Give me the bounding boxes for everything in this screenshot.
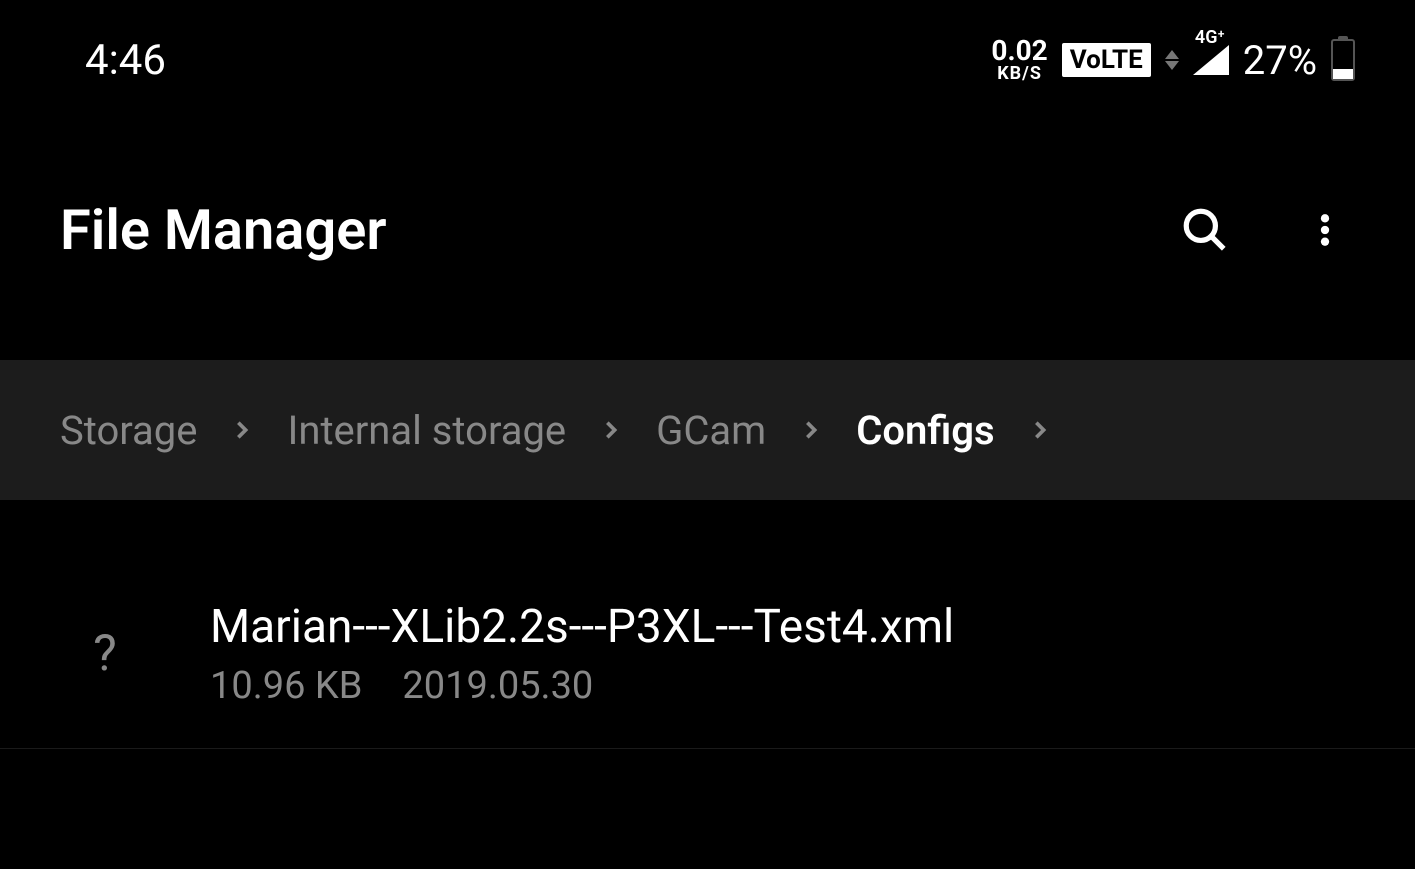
battery-icon: [1331, 39, 1355, 81]
more-vertical-icon: [1305, 205, 1345, 255]
header-actions: [1175, 200, 1355, 260]
signal-indicator: 4G⁺: [1193, 45, 1229, 75]
volte-badge: VoLTE: [1062, 43, 1151, 77]
app-title: File Manager: [60, 197, 387, 263]
chevron-right-icon: [800, 419, 822, 441]
file-name: Marian---XLib2.2s---P3XL---Test4.xml: [210, 600, 954, 654]
breadcrumb-item-storage[interactable]: Storage: [60, 407, 197, 454]
battery-percentage: 27%: [1243, 37, 1317, 84]
chevron-right-icon: [231, 419, 253, 441]
network-speed-indicator: 0.02 KB/S: [991, 38, 1047, 82]
file-date: 2019.05.30: [402, 664, 593, 708]
breadcrumb-item-internal-storage[interactable]: Internal storage: [287, 407, 566, 454]
file-meta: 10.96 KB 2019.05.30: [210, 664, 954, 708]
status-bar: 4:46 0.02 KB/S VoLTE 4G⁺ 27%: [0, 0, 1415, 100]
network-type-label: 4G⁺: [1195, 27, 1225, 48]
breadcrumb-item-configs[interactable]: Configs: [856, 407, 994, 454]
network-speed-value: 0.02: [991, 38, 1047, 65]
file-row[interactable]: ? Marian---XLib2.2s---P3XL---Test4.xml 1…: [0, 560, 1415, 749]
data-updown-icon: [1165, 50, 1179, 70]
file-info: Marian---XLib2.2s---P3XL---Test4.xml 10.…: [210, 600, 954, 708]
chevron-right-icon: [600, 419, 622, 441]
network-speed-unit: KB/S: [997, 65, 1042, 82]
app-header: File Manager: [0, 100, 1415, 360]
status-time: 4:46: [85, 36, 166, 85]
file-size: 10.96 KB: [210, 664, 362, 708]
status-indicators: 0.02 KB/S VoLTE 4G⁺ 27%: [991, 37, 1355, 84]
search-button[interactable]: [1175, 200, 1235, 260]
signal-icon: [1193, 45, 1229, 75]
more-options-button[interactable]: [1295, 200, 1355, 260]
breadcrumb: Storage Internal storage GCam Configs: [0, 360, 1415, 500]
chevron-right-icon: [1029, 419, 1051, 441]
file-list: ? Marian---XLib2.2s---P3XL---Test4.xml 1…: [0, 500, 1415, 749]
unknown-file-icon: ?: [80, 625, 130, 683]
breadcrumb-item-gcam[interactable]: GCam: [656, 407, 766, 454]
search-icon: [1180, 205, 1230, 255]
